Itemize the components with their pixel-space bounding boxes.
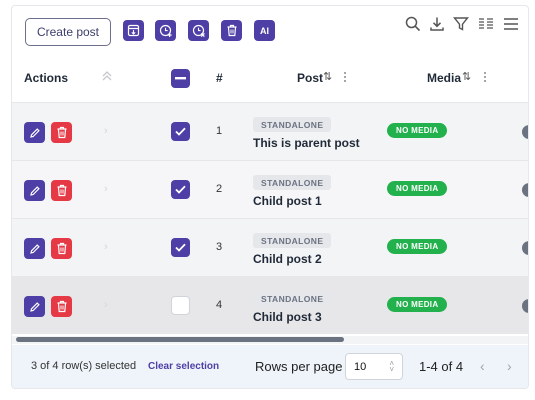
download-icon[interactable] <box>428 15 446 33</box>
selection-count: 3 of 4 row(s) selected <box>31 360 137 372</box>
table-row[interactable]: › 1 STANDALONE This is parent post NO MEDIA <box>12 102 528 160</box>
media-status-badge: NO MEDIA <box>387 181 448 196</box>
edit-icon[interactable] <box>24 122 45 143</box>
row-number: 1 <box>216 125 223 137</box>
row-toggle[interactable] <box>522 299 528 313</box>
post-column-menu-icon[interactable] <box>343 70 347 84</box>
previous-page-button[interactable]: ‹ <box>480 358 485 374</box>
row-toggle[interactable] <box>522 183 528 197</box>
row-number: 4 <box>216 299 223 311</box>
schedule-remove-icon[interactable] <box>188 20 209 41</box>
expand-row-icon[interactable]: › <box>104 125 108 137</box>
delete-icon[interactable] <box>51 122 72 143</box>
expand-row-icon[interactable]: › <box>104 299 108 311</box>
filter-icon[interactable] <box>452 15 470 33</box>
table-header: Actions # Post ⇅ Media ⇅ <box>12 56 528 102</box>
table-footer: 3 of 4 row(s) selected Clear selection R… <box>12 345 528 388</box>
media-status-badge: NO MEDIA <box>387 123 448 138</box>
horizontal-scrollbar-thumb[interactable] <box>16 337 344 342</box>
menu-icon[interactable] <box>502 15 520 33</box>
header-actions: Actions <box>24 71 69 85</box>
table-row[interactable]: › 4 STANDALONE Child post 3 NO MEDIA <box>12 276 528 334</box>
posts-table-card: Create post AI Actions # Post ⇅ Media ⇅ … <box>11 5 529 389</box>
post-type-badge: STANDALONE <box>253 291 332 306</box>
rows-per-page-select[interactable]: 10 ˄ ˅ <box>345 353 403 380</box>
row-toggle[interactable] <box>522 125 528 139</box>
post-type-badge: STANDALONE <box>253 117 332 132</box>
toolbar: Create post AI <box>12 6 528 56</box>
post-title[interactable]: This is parent post <box>253 136 360 150</box>
post-title[interactable]: Child post 3 <box>253 310 322 324</box>
post-title[interactable]: Child post 2 <box>253 252 322 266</box>
header-number: # <box>216 71 223 85</box>
ai-icon[interactable]: AI <box>254 20 275 41</box>
post-type-badge: STANDALONE <box>253 175 332 190</box>
edit-icon[interactable] <box>24 238 45 259</box>
delete-icon[interactable] <box>51 238 72 259</box>
delete-icon[interactable] <box>51 296 72 317</box>
row-select-checkbox[interactable] <box>171 180 190 199</box>
chevron-up-down-icon: ˄ ˅ <box>389 359 394 374</box>
post-title[interactable]: Child post 1 <box>253 194 322 208</box>
rows-per-page-label: Rows per page <box>255 359 343 374</box>
media-status-badge: NO MEDIA <box>387 239 448 254</box>
table-row[interactable]: › 3 STANDALONE Child post 2 NO MEDIA <box>12 218 528 276</box>
row-number: 2 <box>216 183 223 195</box>
schedule-add-icon[interactable] <box>155 20 176 41</box>
post-sort-icon[interactable]: ⇅ <box>323 70 332 83</box>
media-sort-icon[interactable]: ⇅ <box>462 70 471 83</box>
row-select-checkbox[interactable] <box>171 122 190 141</box>
delete-selected-icon[interactable] <box>221 20 242 41</box>
edit-icon[interactable] <box>24 296 45 317</box>
next-page-button[interactable]: › <box>507 358 512 374</box>
row-toggle[interactable] <box>522 241 528 255</box>
pagination-range: 1-4 of 4 <box>419 359 464 374</box>
row-number: 3 <box>216 241 223 253</box>
rows-per-page-value: 10 <box>354 360 367 373</box>
delete-icon[interactable] <box>51 180 72 201</box>
search-icon[interactable] <box>404 15 422 33</box>
table-row[interactable]: › 2 STANDALONE Child post 1 NO MEDIA <box>12 160 528 218</box>
row-select-checkbox[interactable] <box>171 238 190 257</box>
header-media[interactable]: Media <box>427 71 461 85</box>
clear-selection-link[interactable]: Clear selection <box>148 361 219 372</box>
create-post-button[interactable]: Create post <box>25 18 111 46</box>
collapse-all-icon[interactable] <box>101 69 113 86</box>
expand-row-icon[interactable]: › <box>104 183 108 195</box>
select-all-checkbox[interactable] <box>171 69 190 88</box>
row-select-checkbox[interactable] <box>171 296 190 315</box>
export-icon[interactable] <box>123 20 144 41</box>
media-column-menu-icon[interactable] <box>483 70 487 84</box>
post-type-badge: STANDALONE <box>253 233 332 248</box>
edit-icon[interactable] <box>24 180 45 201</box>
expand-row-icon[interactable]: › <box>104 241 108 253</box>
media-status-badge: NO MEDIA <box>387 297 448 312</box>
columns-icon[interactable] <box>477 15 495 33</box>
header-post[interactable]: Post <box>297 71 323 85</box>
